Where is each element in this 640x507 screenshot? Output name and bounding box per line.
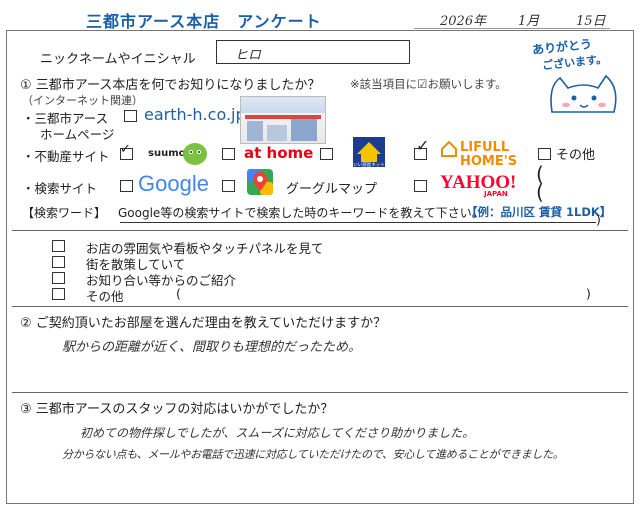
- google-checkbox[interactable]: [120, 180, 133, 192]
- homepage-checkbox[interactable]: [124, 110, 137, 122]
- googlemap-pin-icon: [247, 169, 273, 195]
- homepage-url: earth-h.co.jp: [144, 105, 246, 124]
- nickname-value: ヒロ: [235, 48, 262, 63]
- section-divider-3: [12, 392, 628, 393]
- suumo-mascot-icon: [183, 143, 207, 165]
- iiheya-checkbox[interactable]: [320, 148, 333, 160]
- homes-house-icon: [441, 140, 457, 157]
- yahoo-checkbox[interactable]: [414, 180, 427, 192]
- page-title: 三都市アース本店 アンケート: [86, 12, 322, 31]
- date-year: 2026年: [440, 14, 487, 29]
- search-label: ・検索サイト: [22, 181, 98, 196]
- offline-checkbox-3[interactable]: [52, 272, 65, 284]
- keyword-example: 【例：品川区 賃貸 1LDK】: [466, 205, 612, 219]
- offline-other-paren-close: ): [586, 286, 591, 301]
- internet-heading: （インターネット関連）: [22, 94, 143, 107]
- q2-answer[interactable]: 駅からの距離が近く、間取りも理想的だったため。: [62, 336, 361, 355]
- homes-logo: LIFULL HOME'S: [460, 140, 518, 170]
- date-day: 15日: [576, 14, 606, 29]
- iiheya-house-icon: いい部屋ネット: [353, 137, 385, 168]
- q1-note: ※該当項目に☑お願いします。: [350, 77, 507, 91]
- athome-logo: at home: [244, 144, 314, 162]
- date-month: 1月: [518, 14, 540, 29]
- q3-question: ③ 三都市アースのスタッフの対応はいかがでしたか？: [20, 402, 334, 417]
- homes-check-mark: ✓: [416, 136, 430, 155]
- cat-face-icon: [550, 74, 617, 113]
- offline-other-paren-open: (: [176, 286, 181, 301]
- offline-checkbox-1[interactable]: [52, 240, 65, 252]
- athome-checkbox[interactable]: [222, 148, 235, 160]
- q3-answer-line2[interactable]: 分からない点も、メールやお電話で迅速に対応していただけたので、安心して進めること…: [62, 446, 564, 462]
- nickname-field[interactable]: ヒロ: [216, 40, 410, 64]
- offline-label-4: その他: [86, 289, 124, 304]
- homepage-label-2: ホームページ: [40, 127, 115, 142]
- keyword-label: 【検索ワード】: [22, 206, 107, 220]
- iiheya-logo-text: いい部屋ネット: [353, 161, 385, 168]
- q3-answer-line1[interactable]: 初めての物件探しでしたが、スムーズに対応してくださり助かりました。: [80, 424, 474, 441]
- keyword-close-paren: ): [596, 212, 601, 227]
- thanks-illustration: ありがとう ございます。: [526, 37, 626, 118]
- keyword-text: Google等の検索サイトで検索した時のキーワードを教えて下さい。: [118, 206, 484, 220]
- realestate-label: ・不動産サイト: [22, 149, 110, 164]
- googlemap-checkbox[interactable]: [222, 180, 235, 192]
- google-logo: Google: [138, 171, 209, 196]
- section-divider-1: [12, 230, 628, 231]
- q2-question: ② ご契約頂いたお部屋を選んだ理由を教えていただけますか？: [20, 316, 387, 331]
- googlemap-label: グーグルマップ: [286, 182, 378, 197]
- offline-checkbox-4[interactable]: [52, 288, 65, 300]
- suumo-check-mark: ✓: [120, 142, 131, 157]
- section-divider-2: [12, 306, 628, 307]
- yahoo-logo-sub: JAPAN: [484, 190, 508, 198]
- search-other-paren: ( ): [536, 180, 640, 204]
- keyword-input-line[interactable]: [120, 222, 596, 223]
- homepage-screenshot-image: [240, 96, 326, 144]
- q1-question: ① 三都市アース本店を何でお知りになりましたか？: [20, 78, 321, 93]
- nickname-label: ニックネームやイニシャル: [40, 52, 196, 67]
- offline-checkbox-2[interactable]: [52, 256, 65, 268]
